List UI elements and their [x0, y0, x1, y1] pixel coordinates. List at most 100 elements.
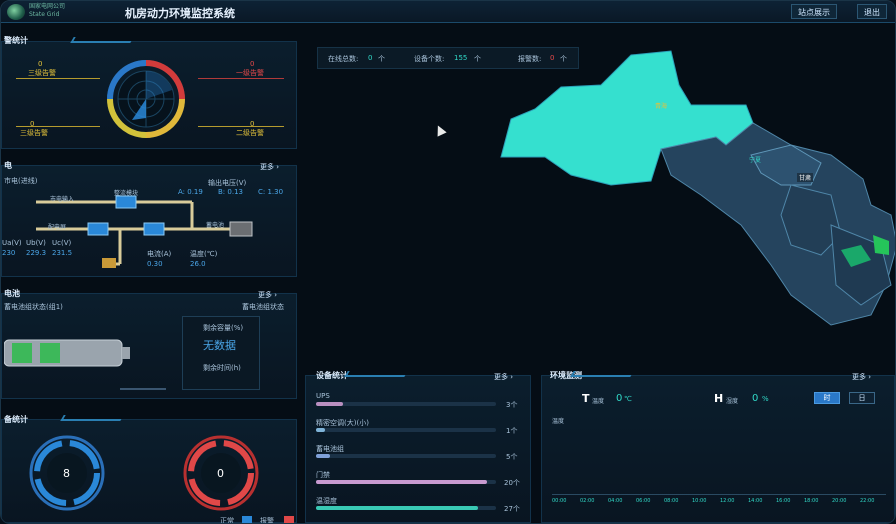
dev-item-name: 精密空调(大)(小): [316, 419, 369, 427]
map-label-ningxia: 宁夏: [749, 157, 762, 164]
panel-title-decoration: [60, 415, 124, 421]
legend-normal-swatch: [242, 516, 252, 523]
env-monitor-panel: 环境监测 更多 › T 温度 0 ℃ H 湿度 0 % 温度 00:00 02:0…: [541, 371, 895, 523]
total-unit: 个: [474, 55, 481, 63]
env-chart-xtick: 02:00: [580, 498, 595, 504]
alarm-radar-gauge: [107, 60, 185, 138]
battery-sub-left: 蓄电池组状态(组1): [4, 303, 63, 311]
dev-item-value: 5个: [506, 453, 518, 461]
battery-more-link[interactable]: 更多 ›: [258, 290, 277, 300]
env-chart-xtick: 14:00: [748, 498, 763, 504]
chevron-right-icon: ›: [868, 373, 872, 381]
env-chart-xtick: 10:00: [692, 498, 707, 504]
logo-line-1: 国家电网公司: [29, 3, 66, 10]
hum-value: 0: [752, 393, 759, 404]
env-chart-axis: [552, 494, 886, 495]
env-more-label: 更多: [852, 373, 866, 381]
node-label-1: 整流模块: [114, 190, 139, 197]
temp-unit: ℃: [624, 395, 632, 403]
power-more-link[interactable]: 更多 ›: [260, 162, 279, 172]
tab-day-button[interactable]: 日: [849, 392, 875, 404]
alarm-stats-title: 警统计: [4, 36, 28, 45]
env-chart-xtick: 16:00: [776, 498, 791, 504]
power-more-label: 更多: [260, 163, 274, 171]
level3-label: 三级告警: [20, 129, 48, 137]
reading-left-1: Ub(V): [26, 239, 46, 247]
reading-mid-0: 电流(A): [147, 250, 172, 258]
env-chart-ylabel: 温度: [552, 418, 565, 425]
device-stats-panel: 备统计 8 0 正常 报警: [1, 415, 297, 524]
legend-alarm-label: 报警: [260, 517, 274, 524]
site-display-button[interactable]: 站点展示: [791, 4, 837, 19]
tab-hour-button[interactable]: 时: [814, 392, 840, 404]
app-title: 机房动力环境监控系统: [125, 7, 235, 20]
map-label-qinghai: 青海: [655, 103, 668, 110]
total-value: 155: [454, 54, 468, 62]
dev-item-value: 27个: [504, 505, 520, 513]
online-label: 在线总数:: [328, 55, 359, 63]
env-chart-xtick: 12:00: [720, 498, 735, 504]
reading-mid2-0: 温度(℃): [190, 250, 218, 258]
node-label-2: 配电屏: [48, 224, 67, 231]
env-chart-xtick: 06:00: [636, 498, 651, 504]
dev-item-name: 蓄电池组: [316, 445, 344, 453]
hum-unit: %: [762, 395, 769, 403]
device-count-title: 设备统计: [316, 371, 348, 380]
map-label-gansu: 甘肃: [797, 173, 814, 182]
power-flow-diagram: [36, 195, 253, 268]
battery-info-box: 剩余容量(%) 无数据 剩余时间(h): [182, 316, 260, 390]
temp-value: 0: [616, 393, 623, 404]
reading-left-2: Uc(V): [52, 239, 72, 247]
battery-more-label: 更多: [258, 291, 272, 299]
temp-label: 温度: [592, 398, 605, 405]
dev-item-bar: [316, 506, 478, 510]
dev-item-bar: [316, 454, 330, 458]
level3-line: [16, 126, 100, 127]
value-left-1: 229.3: [26, 249, 47, 257]
env-more-link[interactable]: 更多 ›: [852, 372, 871, 382]
level1-label: 一级告警: [236, 69, 264, 77]
level1-count: 0: [250, 60, 255, 68]
value-left-0: 230: [2, 249, 16, 257]
top-bar: 国家电网公司 State Grid 机房动力环境监控系统 站点展示 退出: [1, 1, 895, 23]
chevron-right-icon: ›: [510, 373, 514, 381]
state-grid-logo-icon: [7, 4, 25, 20]
panel-title-decoration: [344, 371, 408, 377]
device-count-panel: 设备统计 更多 › UPS 3个 精密空调(大)(小) 1个 蓄电池组 5个 门…: [305, 371, 531, 523]
value-mid2-0: 26.0: [190, 260, 206, 268]
node-label-3: 蓄电池: [206, 222, 225, 229]
legend-alarm-swatch: [284, 516, 294, 523]
chevron-right-icon: ›: [276, 163, 280, 171]
power-source-label: 市电(进线): [4, 177, 38, 185]
device-count-more-label: 更多: [494, 373, 508, 381]
dev-item-name: 温湿度: [316, 497, 337, 505]
env-chart-xtick: 04:00: [608, 498, 623, 504]
env-chart-xtick: 18:00: [804, 498, 819, 504]
device-count-more-link[interactable]: 更多 ›: [494, 372, 513, 382]
online-value: 0: [368, 54, 373, 62]
panel-title-decoration: [570, 371, 634, 377]
battery-item2-label: 剩余时间(h): [203, 364, 241, 372]
alarm-count: 0: [217, 467, 224, 480]
battery-item1-label: 剩余容量(%): [203, 324, 244, 332]
level4-label: 三级告警: [28, 69, 56, 77]
temp-letter: T: [582, 392, 590, 405]
region-map[interactable]: [491, 45, 896, 345]
env-chart-xtick: 20:00: [832, 498, 847, 504]
panel-title-decoration: [70, 37, 134, 43]
alarm-stats-panel: 警统计 0 三级告警 0 一级告警 0 三级告警 0 二级告警: [1, 36, 297, 149]
dev-item-bar: [316, 428, 325, 432]
battery-pager[interactable]: [120, 388, 166, 390]
logo-line-2: State Grid: [29, 11, 60, 18]
level4-count: 0: [38, 60, 43, 68]
level1-line: [198, 78, 284, 79]
chevron-right-icon: ›: [274, 291, 278, 299]
power-title: 电: [4, 161, 12, 170]
dev-item-name: 门禁: [316, 471, 330, 479]
hum-letter: H: [714, 392, 724, 405]
reading-left-0: Ua(V): [2, 239, 22, 247]
logout-button[interactable]: 退出: [857, 4, 887, 19]
battery-title: 电池: [4, 289, 20, 298]
dev-item-value: 20个: [504, 479, 520, 487]
level4-line: [16, 78, 100, 79]
